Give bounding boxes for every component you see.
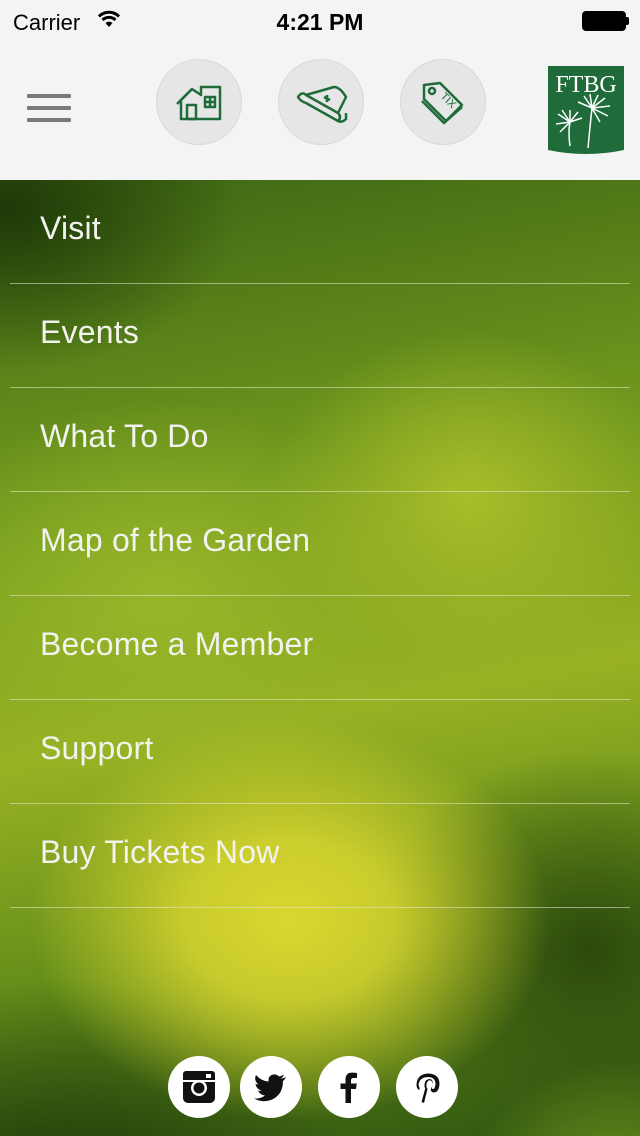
instagram-icon: [183, 1071, 215, 1103]
status-time: 4:21 PM: [276, 9, 364, 35]
status-bar: Carrier 4:21 PM: [0, 0, 640, 44]
ticket-icon: TIX: [421, 81, 464, 125]
menu-item-visit[interactable]: Visit: [10, 180, 630, 284]
menu-item-label: Support: [40, 730, 154, 766]
menu-item-label: Visit: [40, 210, 101, 246]
menu-list: Visit Events What To Do Map of the Garde…: [10, 180, 630, 908]
instagram-button[interactable]: [168, 1056, 230, 1118]
hamburger-menu-icon[interactable]: [27, 92, 71, 124]
ftbg-logo[interactable]: FTBG: [548, 66, 624, 156]
menu-item-label: Buy Tickets Now: [40, 834, 280, 870]
home-button[interactable]: [156, 59, 242, 145]
top-toolbar: TIX FTBG: [0, 44, 640, 180]
home-icon: [176, 85, 222, 121]
map-icon: [296, 85, 348, 123]
twitter-button[interactable]: [240, 1056, 302, 1118]
menu-item-support[interactable]: Support: [10, 700, 630, 804]
tickets-button[interactable]: TIX: [400, 59, 486, 145]
menu-item-label: Map of the Garden: [40, 522, 311, 558]
menu-item-label: Events: [40, 314, 140, 350]
logo-text: FTBG: [555, 72, 616, 98]
menu-item-what-to-do[interactable]: What To Do: [10, 388, 630, 492]
battery-icon: [582, 11, 629, 31]
menu-item-buy-tickets-now[interactable]: Buy Tickets Now: [10, 804, 630, 908]
menu-item-label: Become a Member: [40, 626, 314, 662]
facebook-icon: [340, 1072, 357, 1103]
twitter-icon: [254, 1074, 286, 1102]
facebook-button[interactable]: [318, 1056, 380, 1118]
pinterest-button[interactable]: [396, 1056, 458, 1118]
pinterest-icon: [416, 1073, 440, 1103]
menu-item-map-of-the-garden[interactable]: Map of the Garden: [10, 492, 630, 596]
menu-item-label: What To Do: [40, 418, 209, 454]
map-button[interactable]: [278, 59, 364, 145]
menu-item-events[interactable]: Events: [10, 284, 630, 388]
menu-panel: Visit Events What To Do Map of the Garde…: [0, 180, 640, 1136]
svg-text:TIX: TIX: [438, 90, 459, 111]
menu-item-become-a-member[interactable]: Become a Member: [10, 596, 630, 700]
